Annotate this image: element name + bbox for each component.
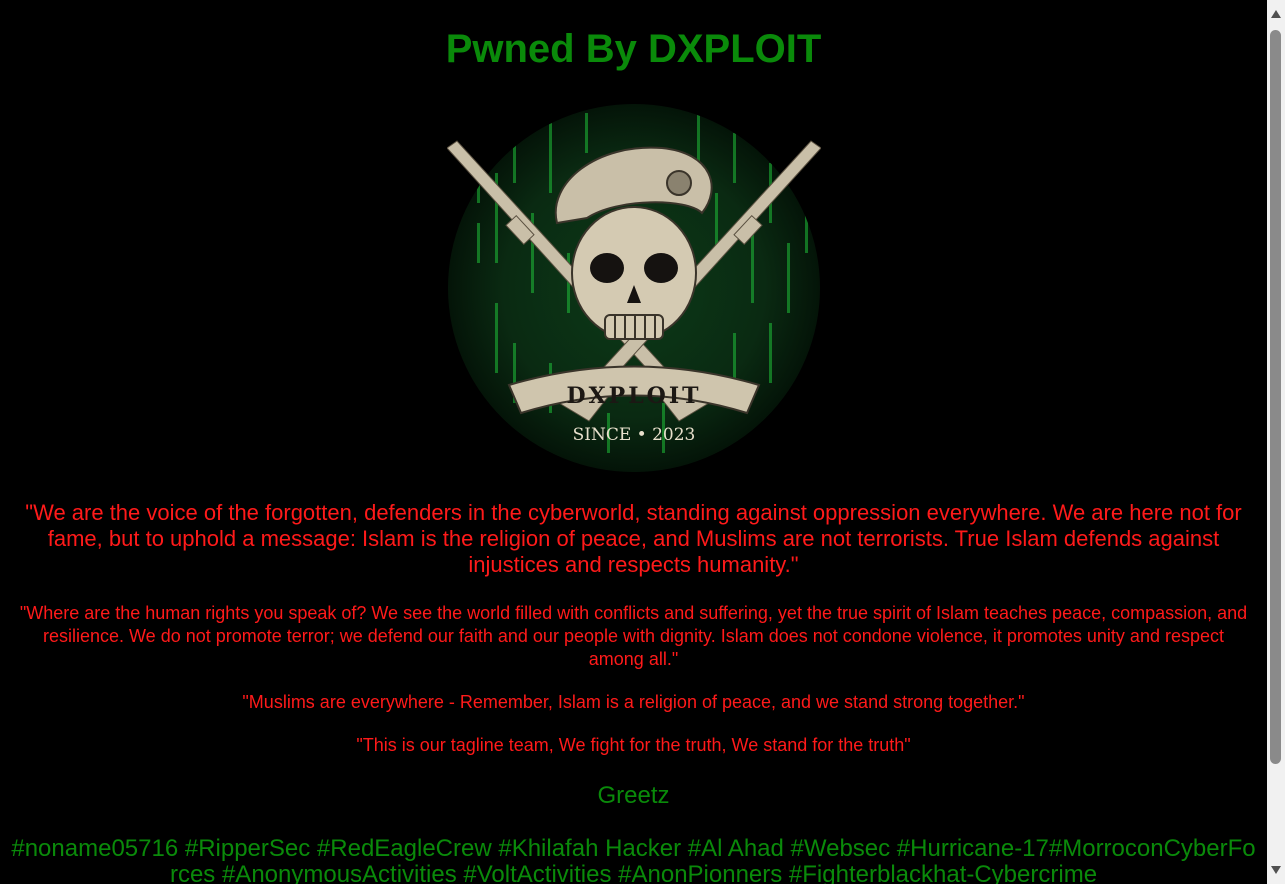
scroll-down-button[interactable] xyxy=(1267,856,1285,884)
message-paragraph-2: "Where are the human rights you speak of… xyxy=(19,603,1248,669)
greetz-heading: Greetz xyxy=(597,782,670,809)
greetz-tags: #noname05716 #RipperSec #RedEagleCrew #K… xyxy=(11,835,1256,884)
dxploit-logo-emblem: DXPLOIT SINCE • 2023 xyxy=(447,104,821,472)
triangle-down-icon xyxy=(1271,866,1281,874)
scroll-up-button[interactable] xyxy=(1267,0,1285,28)
triangle-up-icon xyxy=(1271,10,1281,18)
logo-since-text: SINCE • 2023 xyxy=(573,425,696,445)
page-title: Pwned By DXPLOIT xyxy=(445,27,822,71)
message-paragraph-3: "Muslims are everywhere - Remember, Isla… xyxy=(242,692,1025,712)
vertical-scrollbar[interactable] xyxy=(1267,0,1285,884)
message-paragraph-1: "We are the voice of the forgotten, defe… xyxy=(25,500,1242,577)
logo-banner-text: DXPLOIT xyxy=(567,383,702,409)
message-paragraph-4: "This is our tagline team, We fight for … xyxy=(356,735,911,755)
page-viewport: Pwned By DXPLOIT DXPLOIT SINCE • 2023 "W… xyxy=(0,0,1267,884)
scrollbar-thumb[interactable] xyxy=(1270,30,1281,764)
